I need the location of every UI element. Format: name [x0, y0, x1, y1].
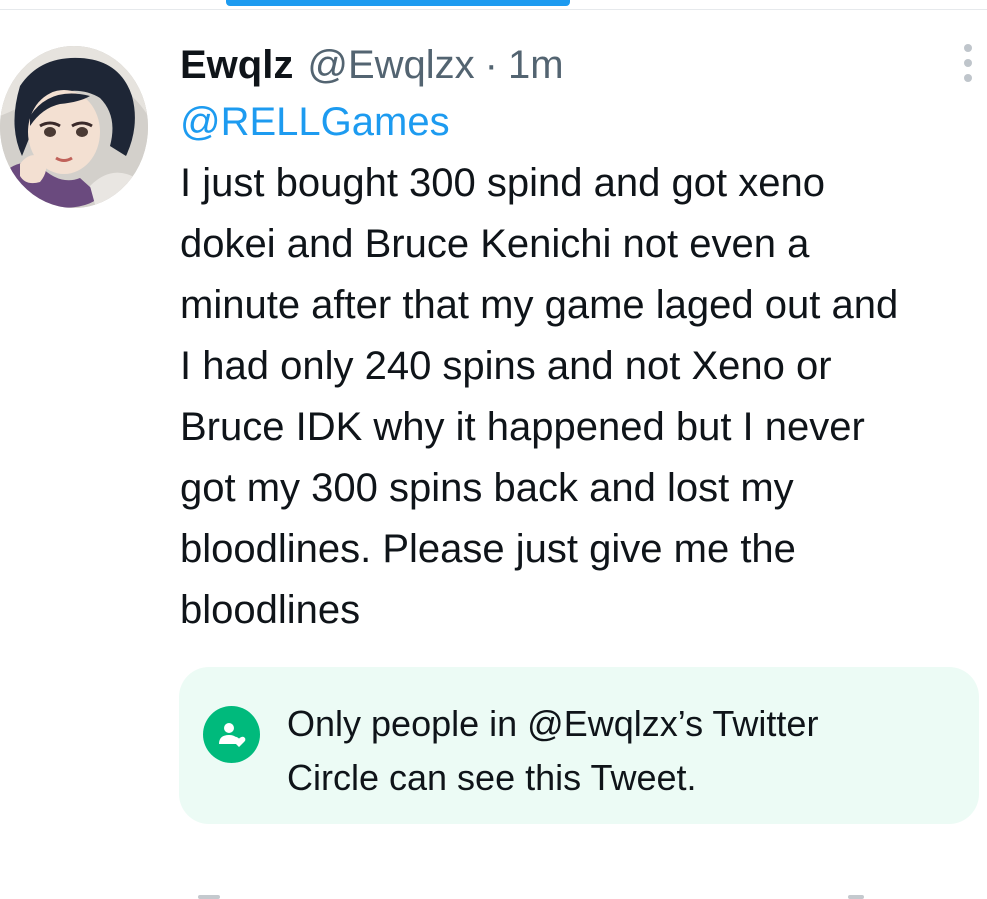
circle-notice-line: Only people in @Ewqlzx’s Twitter: [287, 703, 819, 744]
display-name[interactable]: Ewqlz: [180, 43, 293, 88]
tweet-text-line: minute after that my game laged out and: [180, 283, 899, 327]
user-handle[interactable]: @Ewqlzx: [307, 43, 474, 88]
action-icon-fragment: [198, 895, 220, 899]
action-icon-fragment: [848, 895, 864, 899]
tweet-header: Ewqlz @Ewqlzx · 1m: [180, 40, 564, 90]
tweet-text-line: bloodlines: [180, 588, 361, 632]
timestamp[interactable]: 1m: [508, 43, 564, 88]
tweet-text-line: dokei and Bruce Kenichi not even a: [180, 222, 810, 266]
avatar[interactable]: [0, 46, 148, 208]
more-options-button[interactable]: [950, 40, 986, 86]
more-vertical-icon: [964, 44, 972, 52]
reply-mention-link[interactable]: @RELLGames: [180, 100, 450, 145]
twitter-circle-icon: [203, 706, 260, 763]
active-tab-indicator: [226, 0, 570, 6]
tweet-text-line: bloodlines. Please just give me the: [180, 527, 796, 571]
separator-dot: ·: [484, 42, 498, 87]
tweet-text-line: Bruce IDK why it happened but I never: [180, 405, 865, 449]
circle-notice-text: Only people in @Ewqlzx’s Twitter Circle …: [287, 697, 927, 805]
tweet-text-line: I had only 240 spins and not Xeno or: [180, 344, 832, 388]
circle-notice-line: Circle can see this Tweet.: [287, 757, 697, 798]
tweet-text-line: got my 300 spins back and lost my: [180, 466, 794, 510]
tweet-text: I just bought 300 spind and got xeno dok…: [180, 153, 985, 641]
twitter-circle-notice[interactable]: Only people in @Ewqlzx’s Twitter Circle …: [179, 667, 979, 824]
tweet-text-line: I just bought 300 spind and got xeno: [180, 161, 825, 205]
